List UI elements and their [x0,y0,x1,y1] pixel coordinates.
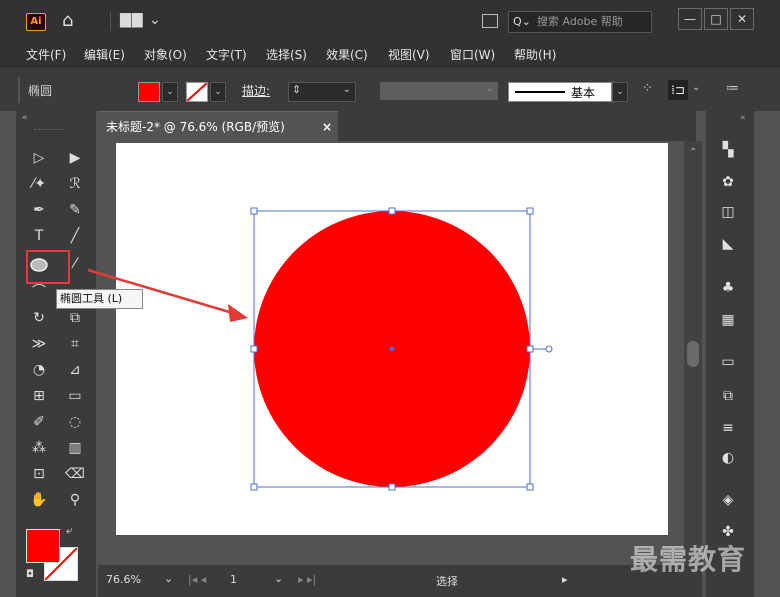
stack-layers-icon[interactable]: ◈ [718,491,738,509]
color-palette-icon[interactable]: ✿ [718,173,738,191]
vertical-scrollbar[interactable]: ⌃ [684,141,702,565]
artboard-number[interactable]: 1 [230,573,237,586]
fill-color-swatch[interactable] [26,529,60,563]
right-panel-dock: « ▚ ✿ ◫ ◣ ♣ ▦ ▭ ⧉ ≡ ◐ ◈ ✤ [706,111,754,597]
artboard-chevron-icon[interactable]: ⌄ [274,572,283,585]
scroll-up-icon[interactable]: ⌃ [689,147,697,158]
zoom-chevron-icon[interactable]: ⌄ [164,572,173,585]
swatches-icon[interactable]: ▦ [718,311,738,329]
layers-icon[interactable]: ▚ [718,141,738,159]
transform-panel-icon[interactable]: ⧉ [718,387,738,405]
zoom-level[interactable]: 76.6% [106,573,141,586]
symbols-icon[interactable]: ♣ [718,279,738,297]
watermark: 最需教育 [630,543,747,576]
appearance-icon[interactable]: ◐ [718,449,738,467]
status-text: 选择 [436,575,458,588]
center-point [389,346,395,352]
first-artboard-icon[interactable]: |◂ ◂ [188,573,206,586]
tool-highlight-box [26,250,70,284]
collapse-right-panel-icon[interactable]: « [740,113,746,123]
last-artboard-icon[interactable]: ▸ ▸| [298,573,316,586]
pie-widget-handle[interactable] [545,345,553,353]
tooltip: 椭圆工具 (L) [56,289,143,309]
gradient-panel-icon[interactable]: ▭ [718,353,738,371]
properties-icon[interactable]: ◣ [718,235,738,253]
artboards-icon[interactable]: ◫ [718,203,738,221]
status-bar: 76.6% ⌄ |◂ ◂ 1 ⌄ ▸ ▸| 选择 ▸ [98,565,702,597]
align-panel-icon[interactable]: ≡ [718,419,738,437]
scroll-thumb[interactable] [687,341,699,367]
callout-arrow-head [228,304,248,322]
status-play-icon[interactable]: ▸ [562,573,568,586]
